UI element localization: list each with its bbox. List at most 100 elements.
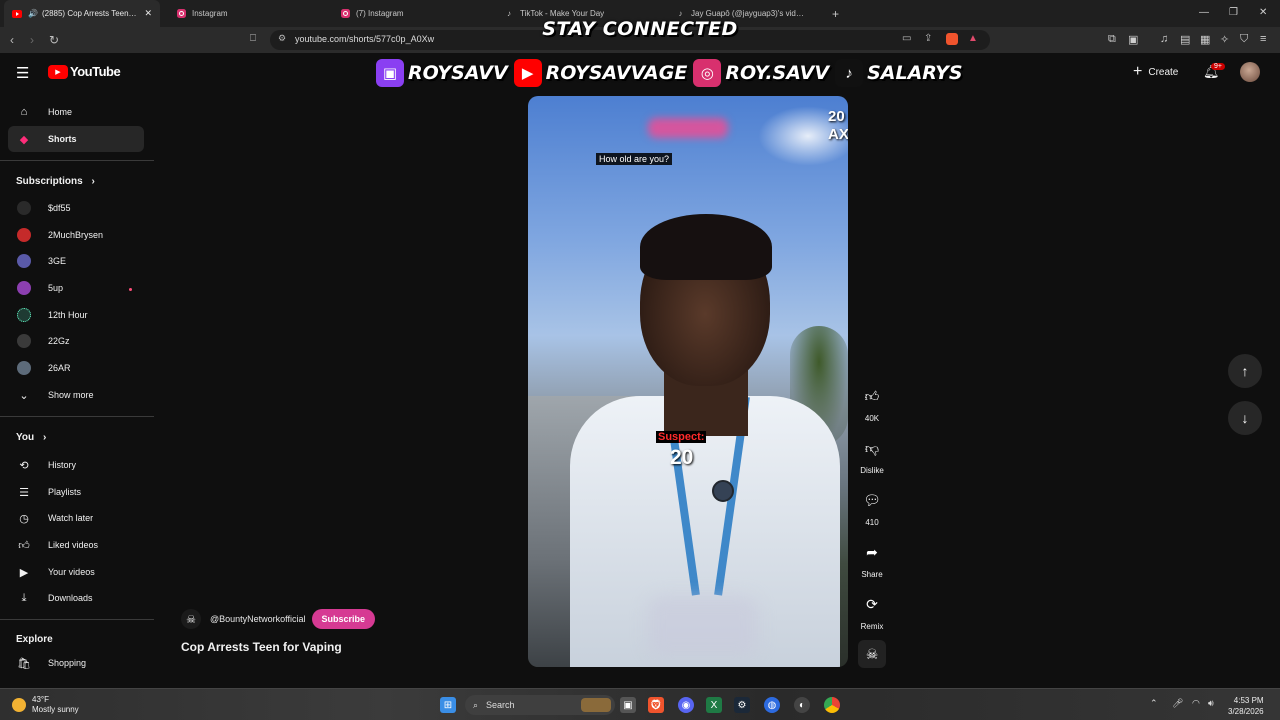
wallet-icon[interactable]: ▦ (1200, 33, 1210, 46)
sidebar-item-home[interactable]: ⌂ Home (8, 99, 144, 125)
sidebar-item-sub-3ge[interactable]: 3GE (8, 248, 144, 274)
screenshot-icon[interactable]: ▣ (1128, 33, 1138, 46)
taskbar-search[interactable]: ⌕ Search (465, 695, 615, 715)
like-button[interactable]: 👍︎ 40K (858, 382, 886, 424)
remix-button[interactable]: ⟳ Remix (858, 590, 886, 632)
windows-start-icon[interactable]: ⊞ (440, 697, 456, 713)
excel-icon[interactable]: X (706, 697, 722, 713)
steam-icon[interactable]: ⚙ (734, 697, 750, 713)
leo-icon[interactable]: ✧ (1220, 33, 1229, 46)
previous-short-button[interactable]: ↑ (1228, 354, 1262, 388)
reload-icon[interactable]: ↻ (49, 33, 59, 47)
comments-button[interactable]: 💬︎ 410 (858, 486, 886, 528)
sidebar-item-downloads[interactable]: ⤓ Downloads (8, 585, 144, 611)
playlists-icon: ☰ (19, 486, 29, 499)
new-tab-button[interactable]: + (824, 0, 844, 27)
subscribe-button[interactable]: Subscribe (311, 609, 376, 629)
close-tab-icon[interactable]: ✕ (144, 8, 152, 19)
search-icon: ⌕ (473, 699, 479, 710)
system-clock[interactable]: 4:53 PM 3/28/2026 (1228, 695, 1264, 717)
extensions-icon[interactable]: ⧉ (1108, 33, 1116, 46)
like-count: 40K (864, 414, 880, 423)
history-icon: ⟲ (19, 459, 29, 472)
media-icon[interactable]: ♫ (1160, 33, 1168, 45)
sidebar-item-history[interactable]: ⟲ History (8, 452, 144, 478)
show-more-button[interactable]: ⌄ Show more (8, 382, 144, 408)
channel-avatar[interactable]: ☠ (181, 609, 201, 629)
brave-shields-icon[interactable] (946, 33, 958, 45)
sidebar-item-shopping[interactable]: 🛍︎ Shopping (8, 650, 144, 676)
tab-youtube-short[interactable]: 🔊 (2885) Cop Arrests Teen for V ✕ (4, 0, 160, 27)
sidebar-item-shorts[interactable]: ◆ Shorts (8, 126, 144, 152)
browser-tab-bar: 🔊 (2885) Cop Arrests Teen for V ✕ Instag… (0, 0, 1280, 27)
sidebar-toggle-icon[interactable]: ▤ (1180, 33, 1190, 46)
tab-instagram-2[interactable]: (7) Instagram (332, 0, 492, 27)
volume-icon[interactable]: 🔊︎ (1208, 698, 1214, 709)
cast-icon[interactable]: ▭ (902, 33, 911, 44)
create-button[interactable]: + Create (1133, 63, 1178, 81)
back-icon[interactable]: ‹ (10, 33, 14, 47)
account-avatar[interactable] (1240, 62, 1260, 82)
video-corner-text: 20 AX (828, 108, 848, 143)
task-view-icon[interactable]: ▣ (620, 697, 636, 713)
chevron-down-icon: ⌄ (19, 389, 29, 402)
sidebar-item-sub-12th-hour[interactable]: 12th Hour (8, 302, 144, 328)
chrome-icon[interactable] (824, 697, 840, 713)
wifi-icon[interactable]: ◠ (1192, 698, 1200, 709)
brave-taskbar-icon[interactable]: 🦁︎ (648, 697, 664, 713)
dislike-button[interactable]: 👎︎ Dislike (858, 434, 886, 476)
restore-icon[interactable]: ❐ (1229, 7, 1238, 18)
person-hair (640, 214, 772, 280)
obs-icon[interactable]: ◐ (794, 697, 810, 713)
tab-instagram[interactable]: Instagram (168, 0, 328, 27)
tab-tiktok-2[interactable]: ♪ Jay Guapô (@jayguap3)'s videos with (668, 0, 816, 27)
liked-icon: 👍︎ (18, 539, 30, 552)
instagram-icon: ◎ (693, 59, 722, 87)
sidebar-item-playlists[interactable]: ☰ Playlists (8, 479, 144, 505)
subscriptions-header[interactable]: Subscriptions › (16, 176, 95, 187)
sidebar-item-sub-5up[interactable]: 5up (8, 275, 144, 301)
chevron-right-icon: › (42, 432, 47, 443)
tab-label: (7) Instagram (356, 9, 404, 18)
shorts-video-player[interactable]: How old are you? Suspect: 20 20 AX (528, 96, 848, 667)
microphone-icon[interactable]: 🎤︎ (1172, 698, 1183, 709)
site-info-icon[interactable]: ⚙ (278, 33, 286, 44)
forward-icon[interactable]: › (30, 33, 34, 47)
youtube-logo[interactable]: ▶ YouTube (48, 64, 121, 79)
weather-widget[interactable]: 43°F Mostly sunny (12, 695, 79, 715)
bookmark-icon[interactable]: ⎕ (250, 33, 256, 44)
vpn-icon[interactable]: ⛉ (1240, 33, 1248, 46)
sidebar-item-your-videos[interactable]: ▶ Your videos (8, 559, 144, 585)
tray-chevron-icon[interactable]: ⌃ (1150, 698, 1158, 709)
channel-name[interactable]: @BountyNetworkofficial (210, 614, 306, 624)
next-short-button[interactable]: ↓ (1228, 401, 1262, 435)
sound-button[interactable]: ☠ (858, 640, 886, 668)
channel-sound-icon: ☠ (858, 640, 886, 668)
brave-rewards-icon[interactable]: ▲ (968, 33, 978, 44)
sidebar-item-liked-videos[interactable]: 👍︎ Liked videos (8, 532, 144, 558)
short-title[interactable]: Cop Arrests Teen for Vaping (181, 640, 342, 654)
youtube-handle: ▶ ROYSAVVAGE (513, 59, 687, 87)
app-icon[interactable]: ◍ (764, 697, 780, 713)
share-button[interactable]: ➦ Share (858, 538, 886, 580)
chevron-right-icon: › (91, 176, 95, 187)
omnibox[interactable]: ⚙ youtube.com/shorts/577c0p_A0Xw ▭ ⇪ ▲ (270, 30, 990, 50)
sidebar-item-sub-22gz[interactable]: 22Gz (8, 328, 144, 354)
menu-icon[interactable]: ≡ (1260, 33, 1266, 45)
you-header[interactable]: You › (16, 432, 46, 443)
minimize-icon[interactable]: — (1199, 7, 1209, 18)
search-highlight-image (581, 698, 611, 712)
url-text[interactable]: youtube.com/shorts/577c0p_A0Xw (295, 34, 434, 44)
video-caption-suspect-label: Suspect: (656, 431, 707, 443)
tab-tiktok[interactable]: ♪ TikTok - Make Your Day (496, 0, 664, 27)
discord-icon[interactable]: ◉ (678, 697, 694, 713)
pendant (712, 480, 734, 502)
close-window-icon[interactable]: ✕ (1259, 7, 1267, 18)
blurred-region (648, 118, 728, 138)
share-page-icon[interactable]: ⇪ (924, 33, 932, 44)
sidebar-item-watch-later[interactable]: ◷ Watch later (8, 505, 144, 531)
sidebar-item-sub-26ar[interactable]: 26AR (8, 355, 144, 381)
guide-menu-icon[interactable]: ☰ (16, 64, 29, 82)
sidebar-item-sub-2muchbrysen[interactable]: 2MuchBrysen (8, 222, 144, 248)
sidebar-item-sub-df55[interactable]: $df55 (8, 195, 144, 221)
